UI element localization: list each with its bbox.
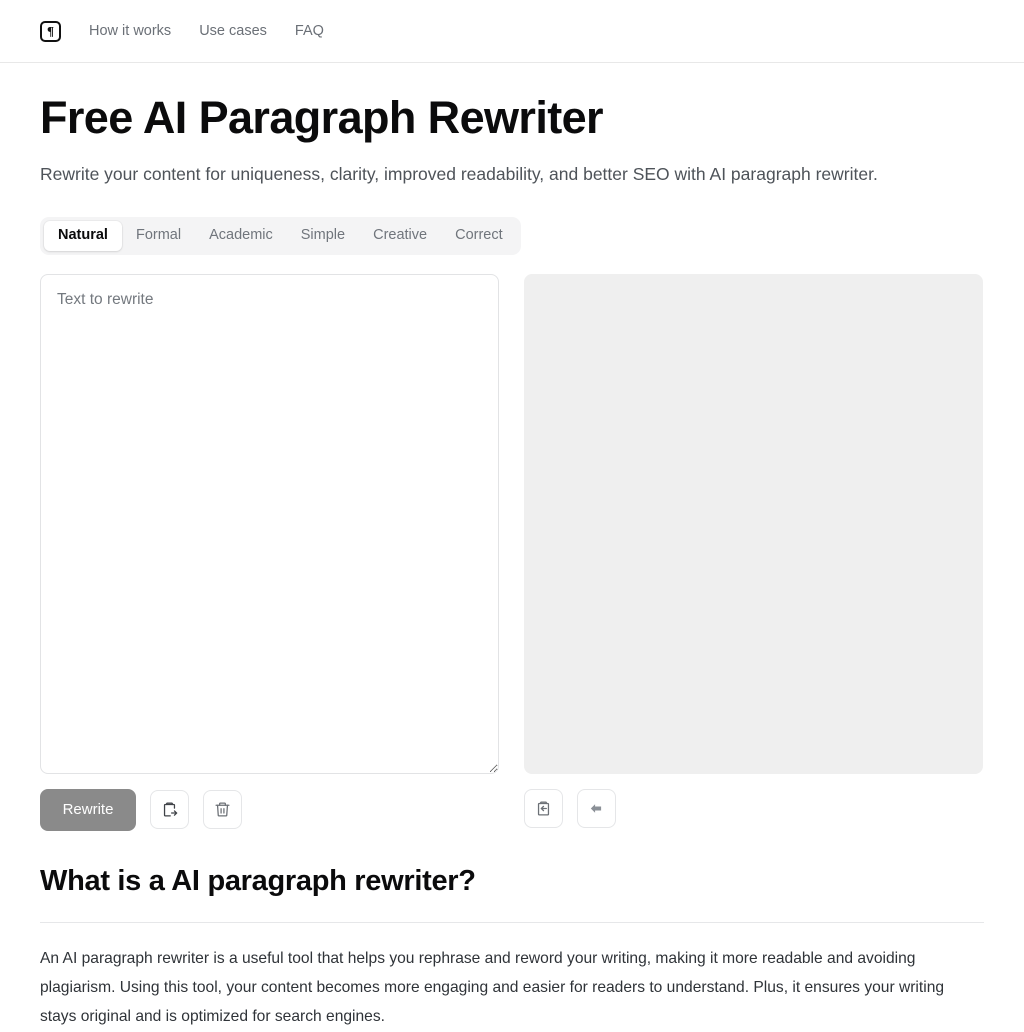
svg-text:¶: ¶ bbox=[47, 24, 54, 38]
tab-simple[interactable]: Simple bbox=[287, 221, 359, 251]
tone-tab-bar: Natural Formal Academic Simple Creative … bbox=[40, 216, 521, 255]
tab-natural[interactable]: Natural bbox=[44, 220, 122, 251]
main-nav: How it works Use cases FAQ bbox=[89, 24, 324, 39]
site-header: ¶ How it works Use cases FAQ bbox=[0, 0, 1024, 63]
pilcrow-icon[interactable]: ¶ bbox=[40, 20, 61, 42]
page-subtitle: Rewrite your content for uniqueness, cla… bbox=[40, 164, 878, 185]
rewritten-text-output bbox=[524, 273, 983, 774]
rewrite-button[interactable]: Rewrite bbox=[40, 788, 136, 831]
text-to-rewrite-input[interactable] bbox=[40, 273, 499, 774]
input-actions: Rewrite bbox=[40, 788, 499, 831]
nav-link-faq[interactable]: FAQ bbox=[295, 24, 324, 39]
output-column bbox=[524, 273, 983, 828]
nav-link-use-cases[interactable]: Use cases bbox=[199, 24, 267, 39]
tab-correct[interactable]: Correct bbox=[441, 221, 517, 251]
tab-academic[interactable]: Academic bbox=[195, 221, 287, 251]
input-column: Rewrite bbox=[40, 273, 499, 831]
clipboard-copy-icon[interactable] bbox=[524, 788, 563, 828]
editor-row: Rewrite bbox=[40, 273, 984, 831]
tab-creative[interactable]: Creative bbox=[359, 221, 441, 251]
arrow-left-icon[interactable] bbox=[577, 788, 616, 828]
section-paragraph: An AI paragraph rewriter is a useful too… bbox=[40, 949, 945, 1025]
trash-icon[interactable] bbox=[203, 790, 242, 830]
nav-link-how-it-works[interactable]: How it works bbox=[89, 24, 171, 39]
page-content: Free AI Paragraph Rewriter Rewrite your … bbox=[0, 91, 1024, 1032]
section-heading: What is a AI paragraph rewriter? bbox=[40, 864, 476, 897]
tab-formal[interactable]: Formal bbox=[122, 221, 195, 251]
page-title: Free AI Paragraph Rewriter bbox=[40, 92, 604, 143]
output-actions bbox=[524, 788, 983, 828]
section-divider bbox=[40, 921, 984, 923]
clipboard-paste-icon[interactable] bbox=[150, 790, 189, 830]
